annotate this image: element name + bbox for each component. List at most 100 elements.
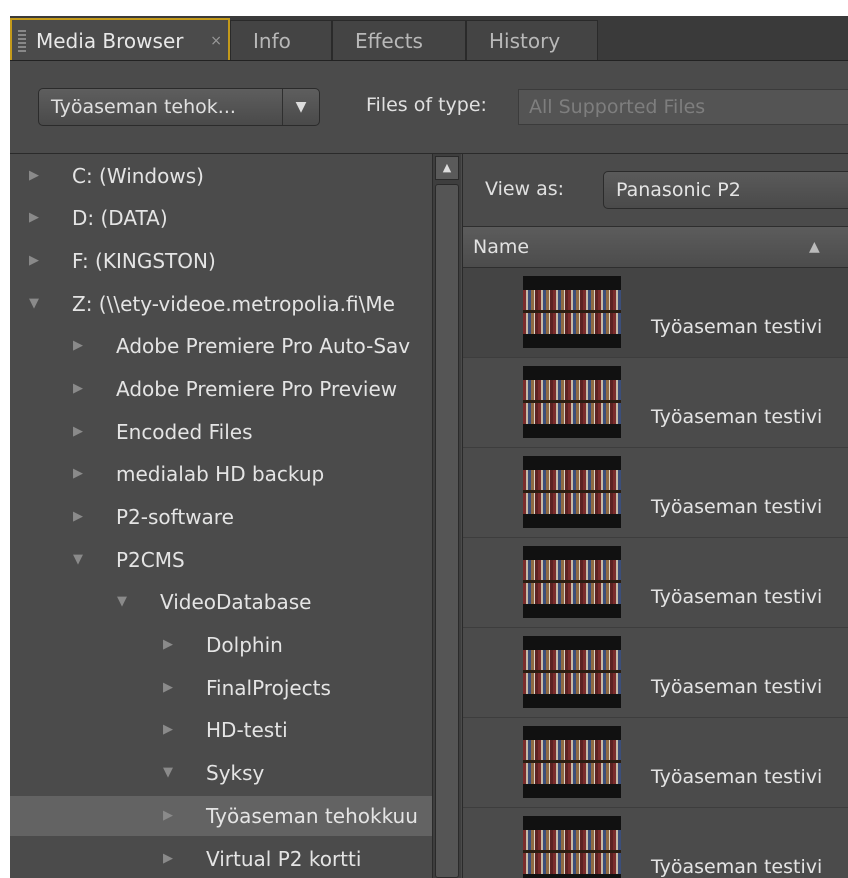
tree-item-label: Työaseman tehokkuu [206, 804, 418, 828]
triangle-right-icon[interactable]: ▶ [70, 454, 86, 494]
triangle-right-icon[interactable]: ▶ [160, 625, 176, 665]
tree-item-label: Z: (\\ety-videoe.metropolia.fi\Me [72, 292, 395, 316]
triangle-right-icon[interactable]: ▶ [160, 796, 176, 836]
tree-item-label: F: (KINGSTON) [72, 249, 216, 273]
tree-item[interactable]: ▶ FinalProjects [10, 668, 432, 708]
media-browser-toolbar: Työaseman tehok... ▼ Files of type: All … [10, 61, 848, 154]
triangle-down-icon[interactable]: ▼ [26, 284, 42, 324]
close-icon[interactable]: × [210, 20, 222, 62]
tree-item-label: Adobe Premiere Pro Auto-Sav [116, 334, 411, 358]
tree-scrollbar[interactable]: ▲ [432, 154, 461, 878]
window-frame-left [0, 0, 10, 878]
clip-name: Työaseman testivi [651, 316, 823, 338]
tree-item-label: medialab HD backup [116, 462, 325, 486]
window-frame-top [0, 0, 848, 16]
tree-item-selected[interactable]: ▶ Työaseman tehokkuu [10, 796, 432, 836]
triangle-down-icon[interactable]: ▼ [160, 753, 176, 793]
clip-thumbnail [523, 546, 621, 618]
tree-item-label: FinalProjects [206, 676, 331, 700]
tree-item[interactable]: ▶ Virtual P2 kortti [10, 839, 432, 878]
clip-thumbnail [523, 366, 621, 438]
triangle-right-icon[interactable]: ▶ [70, 412, 86, 452]
panel-tab-bar: Media Browser × Info Effects History [10, 16, 848, 61]
grip-icon[interactable] [18, 30, 26, 52]
clip-row[interactable]: Työaseman testivi [463, 268, 848, 358]
clip-name: Työaseman testivi [651, 586, 823, 608]
triangle-right-icon[interactable]: ▶ [70, 326, 86, 366]
clip-browser-pane: View as: Panasonic P2 Name ▲ Työaseman t… [462, 154, 848, 878]
clip-thumbnail [523, 816, 621, 878]
clip-row[interactable]: Työaseman testivi [463, 808, 848, 878]
tab-label: Info [253, 29, 291, 53]
triangle-right-icon[interactable]: ▶ [70, 369, 86, 409]
tab-label: Effects [355, 29, 423, 53]
clip-row[interactable]: Työaseman testivi [463, 448, 848, 538]
name-column-header[interactable]: Name ▲ [463, 226, 848, 268]
triangle-right-icon[interactable]: ▶ [160, 710, 176, 750]
clip-thumbnail [523, 276, 621, 348]
triangle-down-icon[interactable]: ▼ [114, 582, 130, 622]
tree-item[interactable]: ▶ D: (DATA) [10, 198, 432, 238]
clip-row[interactable]: Työaseman testivi [463, 358, 848, 448]
clip-name: Työaseman testivi [651, 676, 823, 698]
files-of-type-label: Files of type: [366, 94, 487, 116]
tree-item[interactable]: ▶ Dolphin [10, 625, 432, 665]
triangle-right-icon[interactable]: ▶ [26, 156, 42, 196]
tab-info[interactable]: Info [230, 20, 332, 60]
clip-thumbnail [523, 726, 621, 798]
tree-item-label: D: (DATA) [72, 206, 168, 230]
tree-item-label: P2CMS [116, 548, 185, 572]
tree-item[interactable]: ▼ VideoDatabase [10, 582, 432, 622]
tree-item[interactable]: ▶ Adobe Premiere Pro Preview [10, 369, 432, 409]
tree-item-label: Syksy [206, 761, 265, 785]
sort-ascending-icon[interactable]: ▲ [809, 227, 820, 267]
triangle-right-icon[interactable]: ▶ [70, 497, 86, 537]
chevron-down-icon[interactable]: ▼ [282, 89, 319, 125]
clip-row[interactable]: Työaseman testivi [463, 628, 848, 718]
clip-row[interactable]: Työaseman testivi [463, 538, 848, 628]
tree-item[interactable]: ▼ Syksy [10, 753, 432, 793]
tree-item-label: Virtual P2 kortti [206, 847, 362, 871]
clip-name: Työaseman testivi [651, 856, 823, 878]
tree-item[interactable]: ▶ P2-software [10, 497, 432, 537]
tree-item-label: VideoDatabase [160, 590, 312, 614]
clip-name: Työaseman testivi [651, 766, 823, 788]
tree-item-label: HD-testi [206, 718, 288, 742]
tab-label: History [489, 29, 561, 53]
tree-item[interactable]: ▶ C: (Windows) [10, 156, 432, 196]
tree-item[interactable]: ▶ medialab HD backup [10, 454, 432, 494]
tree-item[interactable]: ▼ Z: (\\ety-videoe.metropolia.fi\Me [10, 284, 432, 324]
tree-item-label: Adobe Premiere Pro Preview [116, 377, 398, 401]
triangle-right-icon[interactable]: ▶ [160, 668, 176, 708]
triangle-right-icon[interactable]: ▶ [26, 241, 42, 281]
tab-label: Media Browser [36, 29, 184, 53]
files-of-type-select[interactable]: All Supported Files [518, 89, 848, 125]
scrollbar-thumb[interactable] [435, 184, 459, 878]
tree-item[interactable]: ▼ P2CMS [10, 540, 432, 580]
triangle-right-icon[interactable]: ▶ [160, 839, 176, 878]
triangle-down-icon[interactable]: ▼ [70, 540, 86, 580]
folder-tree: ▶ C: (Windows) ▶ D: (DATA) ▶ F: (KINGSTO… [10, 154, 432, 878]
scroll-up-icon[interactable]: ▲ [435, 156, 459, 180]
clip-thumbnail [523, 636, 621, 708]
tree-item-label: C: (Windows) [72, 164, 204, 188]
view-as-value: Panasonic P2 [616, 179, 741, 201]
clip-name: Työaseman testivi [651, 406, 823, 428]
clip-row[interactable]: Työaseman testivi [463, 718, 848, 808]
tree-item-label: Encoded Files [116, 420, 253, 444]
tab-effects[interactable]: Effects [332, 20, 466, 60]
name-column-label: Name [473, 236, 530, 258]
tree-item[interactable]: ▶ F: (KINGSTON) [10, 241, 432, 281]
clip-name: Työaseman testivi [651, 496, 823, 518]
location-dropdown[interactable]: Työaseman tehok... ▼ [38, 88, 320, 126]
view-as-dropdown[interactable]: Panasonic P2 [603, 171, 848, 209]
tree-item[interactable]: ▶ Encoded Files [10, 412, 432, 452]
tab-history[interactable]: History [466, 20, 598, 60]
tab-media-browser[interactable]: Media Browser × [10, 18, 230, 60]
tree-item[interactable]: ▶ HD-testi [10, 710, 432, 750]
tree-item[interactable]: ▶ Adobe Premiere Pro Auto-Sav [10, 326, 432, 366]
tree-item-label: Dolphin [206, 633, 283, 657]
clip-thumbnail [523, 456, 621, 528]
tree-item-label: P2-software [116, 505, 234, 529]
triangle-right-icon[interactable]: ▶ [26, 198, 42, 238]
